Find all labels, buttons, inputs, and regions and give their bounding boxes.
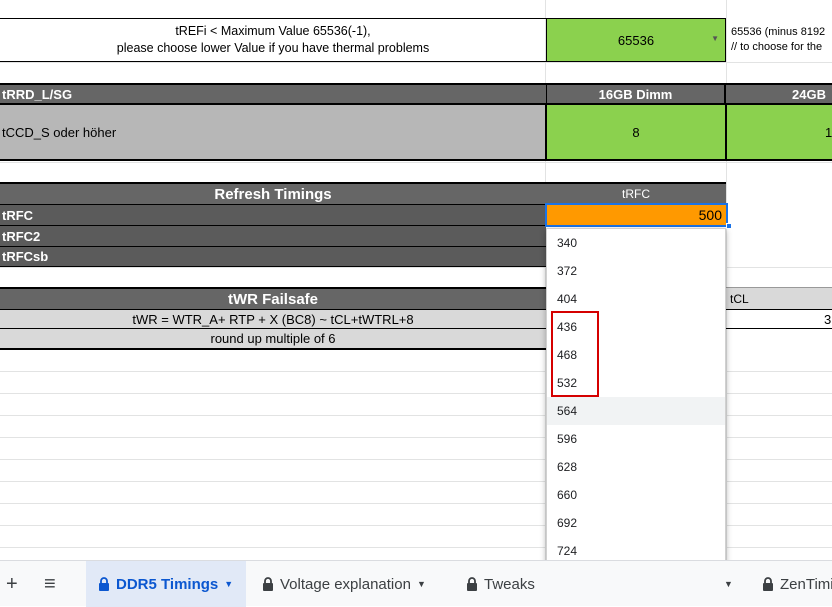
dropdown-arrow-icon[interactable]: ▼ <box>711 34 719 43</box>
trefi-note-cell[interactable]: 65536 (minus 8192 // to choose for the <box>727 18 832 62</box>
chevron-down-icon[interactable]: ▼ <box>417 579 426 589</box>
sheet-tabs-bar: + ≡ DDR5 Timings ▼ Voltage explanation ▼… <box>0 560 832 607</box>
all-sheets-button[interactable]: ≡ <box>44 561 56 607</box>
trefi-label-cell[interactable]: tREFi < Maximum Value 65536(-1), please … <box>0 18 546 62</box>
grid-line <box>0 62 832 63</box>
twr-side-header[interactable]: tCL <box>726 287 832 309</box>
cell-fill-handle[interactable] <box>726 223 732 229</box>
tab-label: Tweaks <box>484 575 535 593</box>
tab-label: Voltage explanation <box>280 575 411 593</box>
trrd-col2-value[interactable]: 1 <box>727 105 832 161</box>
refresh-row-label[interactable]: tRFC <box>0 204 546 225</box>
refresh-row-label[interactable]: tRFCsb <box>0 246 546 267</box>
tab-voltage-explanation[interactable]: Voltage explanation ▼ <box>262 561 426 607</box>
trfc-active-cell[interactable]: 500 <box>545 203 728 227</box>
refresh-title[interactable]: Refresh Timings <box>0 182 546 204</box>
trrd-col1-header[interactable]: 16GB Dimm <box>546 83 726 105</box>
add-sheet-button[interactable]: + <box>6 561 18 607</box>
trrd-row-label[interactable]: tCCD_S oder höher <box>0 105 546 161</box>
tab-label: ZenTimi <box>780 575 832 593</box>
dropdown-option[interactable]: 372 <box>547 257 725 285</box>
trrd-col2-header[interactable]: 24GB <box>726 83 832 105</box>
dropdown-option[interactable]: 692 <box>547 509 725 537</box>
plus-icon: + <box>6 572 18 595</box>
trfc-dropdown-list[interactable]: 340 372 404 436 468 532 564 596 628 660 … <box>546 228 726 596</box>
chevron-down-icon[interactable]: ▼ <box>224 579 233 589</box>
trefi-label-line1: tREFi < Maximum Value 65536(-1), <box>175 24 371 38</box>
grid-line <box>0 162 832 163</box>
trrd-header-label[interactable]: tRRD_L/SG <box>0 83 546 105</box>
lock-icon <box>263 576 273 591</box>
chevron-down-icon[interactable]: ▼ <box>724 579 733 589</box>
trefi-label-line2: please choose lower Value if you have th… <box>116 41 430 55</box>
trfc-active-value: 500 <box>698 207 722 223</box>
dropdown-option[interactable]: 340 <box>547 229 725 257</box>
dropdown-option[interactable]: 660 <box>547 481 725 509</box>
twr-side-value[interactable]: 3 <box>726 309 832 329</box>
lock-icon <box>99 576 109 591</box>
tab-ddr5-timings[interactable]: DDR5 Timings ▼ <box>86 561 246 607</box>
trefi-value: 65536 <box>617 32 655 48</box>
trrd-col1-value[interactable]: 8 <box>545 105 727 161</box>
lock-icon <box>467 576 477 591</box>
tab-zentimings[interactable]: ZenTimi <box>762 561 832 607</box>
highlight-annotation-box <box>551 311 599 397</box>
trefi-note-line2: // to choose for the <box>731 41 823 53</box>
refresh-col-header[interactable]: tRFC <box>546 182 726 204</box>
twr-formula[interactable]: tWR = WTR_A+ RTP + X (BC8) ~ tCL+tWTRL+8 <box>0 309 546 329</box>
dropdown-option-highlighted[interactable]: 564 <box>547 397 725 425</box>
menu-icon: ≡ <box>44 572 56 595</box>
lock-icon <box>763 576 773 591</box>
trefi-value-cell[interactable]: 65536 ▼ <box>546 18 726 62</box>
refresh-row-label[interactable]: tRFC2 <box>0 225 546 246</box>
tab-label: DDR5 Timings <box>116 575 219 593</box>
tab-tweaks[interactable]: Tweaks <box>466 561 535 607</box>
hidden-tab-chevron[interactable]: ▼ <box>724 561 733 607</box>
twr-note[interactable]: round up multiple of 6 <box>0 329 546 350</box>
trefi-note-line1: 65536 (minus 8192 <box>731 26 826 38</box>
twr-title[interactable]: tWR Failsafe <box>0 287 546 309</box>
dropdown-option[interactable]: 596 <box>547 425 725 453</box>
dropdown-option[interactable]: 404 <box>547 285 725 313</box>
dropdown-option[interactable]: 628 <box>547 453 725 481</box>
